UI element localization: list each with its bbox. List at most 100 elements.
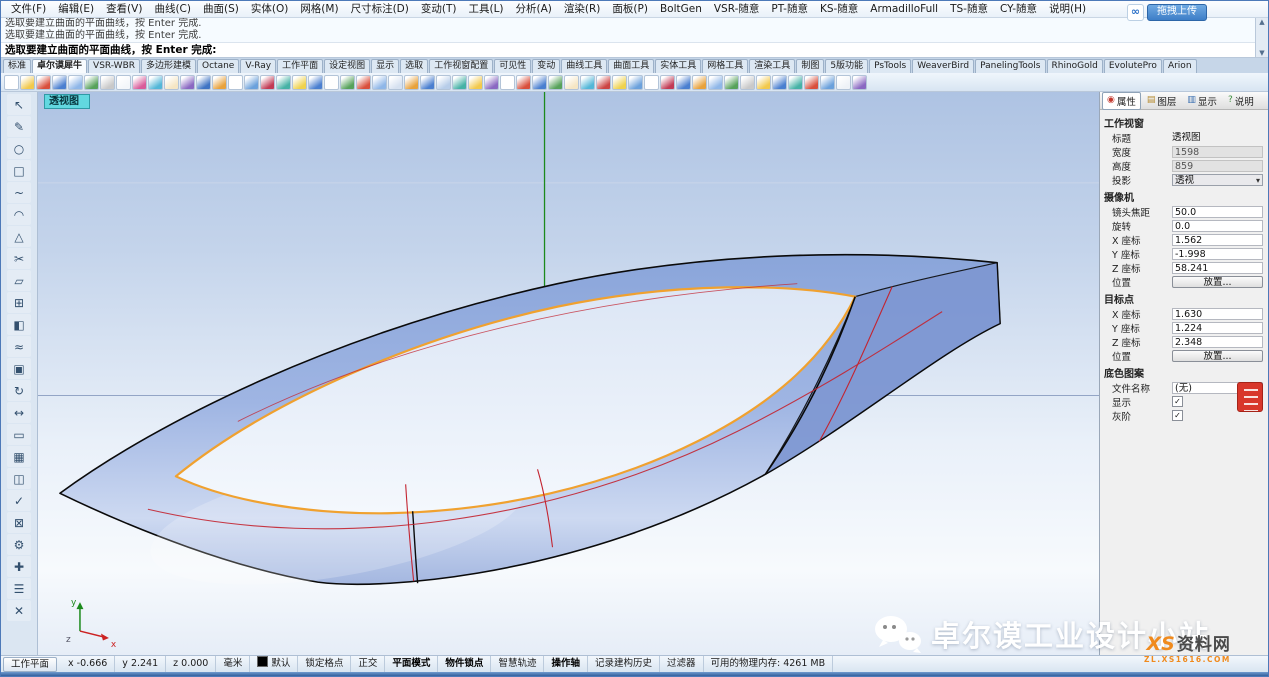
menu-item[interactable]: 查看(V) [100,1,148,17]
tool-icon[interactable]: ✕ [7,600,31,621]
toolbar-icon[interactable] [180,75,195,90]
toolbar-icon[interactable] [628,75,643,90]
toolbar-icon[interactable] [36,75,51,90]
toolbar-icon[interactable] [548,75,563,90]
toolbar-icon[interactable] [84,75,99,90]
menu-item[interactable]: VSR-随意 [708,1,766,17]
tool-icon[interactable]: ○ [7,138,31,159]
tool-icon[interactable]: ▭ [7,424,31,445]
toolbar-tab[interactable]: 设定视图 [324,59,370,73]
toolbar-tab[interactable]: EvolutePro [1104,59,1162,73]
tool-icon[interactable]: ◫ [7,468,31,489]
toolbar-tab[interactable]: 曲线工具 [561,59,607,73]
toolbar-icon[interactable] [372,75,387,90]
toolbar-icon[interactable] [100,75,115,90]
menu-item[interactable]: 工具(L) [462,1,509,17]
toolbar-icon[interactable] [52,75,67,90]
command-scrollbar[interactable]: ▲▼ [1255,18,1268,57]
toolbar-icon[interactable] [116,75,131,90]
toolbar-tab[interactable]: 5版功能 [825,59,868,73]
toolbar-tab[interactable]: Octane [197,59,239,73]
toolbar-tab[interactable]: 曲面工具 [608,59,654,73]
toolbar-tab[interactable]: 工作视窗配置 [429,59,493,73]
property-value[interactable]: 50.0 [1172,206,1263,218]
tool-icon[interactable]: ⊞ [7,292,31,313]
tool-icon[interactable]: □ [7,160,31,181]
toolbar-icon[interactable] [484,75,499,90]
property-value[interactable]: 透视图 [1172,132,1263,144]
toolbar-tab[interactable]: 变动 [532,59,560,73]
toolbar-tab[interactable]: 多边形建模 [141,59,196,73]
status-item[interactable]: 过滤器 [660,656,704,672]
toolbar-tab[interactable]: PanelingTools [975,59,1045,73]
tool-icon[interactable]: ✎ [7,116,31,137]
toolbar-icon[interactable] [580,75,595,90]
toolbar-icon[interactable] [212,75,227,90]
toolbar-icon[interactable] [452,75,467,90]
property-value[interactable]: ✓ [1172,396,1183,407]
upload-button[interactable]: 拖拽上传 [1147,4,1207,21]
menu-item[interactable]: KS-随意 [814,1,864,17]
menu-item[interactable]: 尺寸标注(D) [345,1,415,17]
toolbar-icon[interactable] [708,75,723,90]
menu-item[interactable]: 编辑(E) [52,1,100,17]
tool-icon[interactable]: ▦ [7,446,31,467]
tool-icon[interactable]: ✓ [7,490,31,511]
property-value[interactable]: 859 [1172,160,1263,172]
toolbar-icon[interactable] [852,75,867,90]
toolbar-icon[interactable] [148,75,163,90]
menu-item[interactable]: 渲染(R) [558,1,607,17]
toolbar-icon[interactable] [676,75,691,90]
menu-item[interactable]: 曲线(C) [148,1,197,17]
property-value[interactable]: ✓ [1172,410,1183,421]
toolbar-icon[interactable] [500,75,515,90]
menu-item[interactable]: TS-随意 [944,1,994,17]
status-item[interactable]: y 2.241 [115,656,166,672]
toolbar-icon[interactable] [788,75,803,90]
tool-icon[interactable]: ↔ [7,402,31,423]
toolbar-icon[interactable] [244,75,259,90]
toolbar-icon[interactable] [260,75,275,90]
toolbar-icon[interactable] [68,75,83,90]
property-value[interactable]: 放置... [1172,350,1263,362]
toolbar-tab[interactable]: 实体工具 [655,59,701,73]
toolbar-icon[interactable] [276,75,291,90]
toolbar-icon[interactable] [4,75,19,90]
toolbar-tab[interactable]: 工作平面 [277,59,323,73]
toolbar-icon[interactable] [724,75,739,90]
tool-icon[interactable]: ≈ [7,336,31,357]
status-item[interactable]: 正交 [351,656,385,672]
menu-item[interactable]: 变动(T) [415,1,463,17]
tool-icon[interactable]: ◧ [7,314,31,335]
toolbar-icon[interactable] [804,75,819,90]
tool-icon[interactable]: △ [7,226,31,247]
viewport-canvas[interactable]: y x z [38,92,1099,655]
toolbar-icon[interactable] [292,75,307,90]
toolbar-icon[interactable] [612,75,627,90]
status-item[interactable]: 物件锁点 [438,656,491,672]
menu-item[interactable]: PT-随意 [765,1,814,17]
toolbar-tab[interactable]: 标准 [3,59,31,73]
toolbar-icon[interactable] [820,75,835,90]
toolbar-icon[interactable] [596,75,611,90]
toolbar-tab[interactable]: PsTools [869,59,911,73]
property-value[interactable]: (无) [1172,382,1247,394]
toolbar-tab[interactable]: 选取 [400,59,428,73]
tool-icon[interactable]: ✂ [7,248,31,269]
status-item[interactable]: 默认 [250,656,298,672]
scroll-down-icon[interactable]: ▼ [1259,49,1264,57]
toolbar-icon[interactable] [388,75,403,90]
tool-icon[interactable]: ↻ [7,380,31,401]
property-value[interactable]: 放置... [1172,276,1263,288]
toolbar-icon[interactable] [20,75,35,90]
toolbar-icon[interactable] [132,75,147,90]
menu-item[interactable]: 网格(M) [294,1,344,17]
property-value[interactable]: -1.998 [1172,248,1263,260]
toolbar-icon[interactable] [324,75,339,90]
status-item[interactable]: 工作平面 [3,657,57,672]
tool-icon[interactable]: ☰ [7,578,31,599]
scroll-up-icon[interactable]: ▲ [1259,18,1264,26]
tool-icon[interactable]: ◠ [7,204,31,225]
viewport-title-tab[interactable]: 透视图 [44,94,90,109]
toolbar-tab[interactable]: Arion [1163,59,1197,73]
